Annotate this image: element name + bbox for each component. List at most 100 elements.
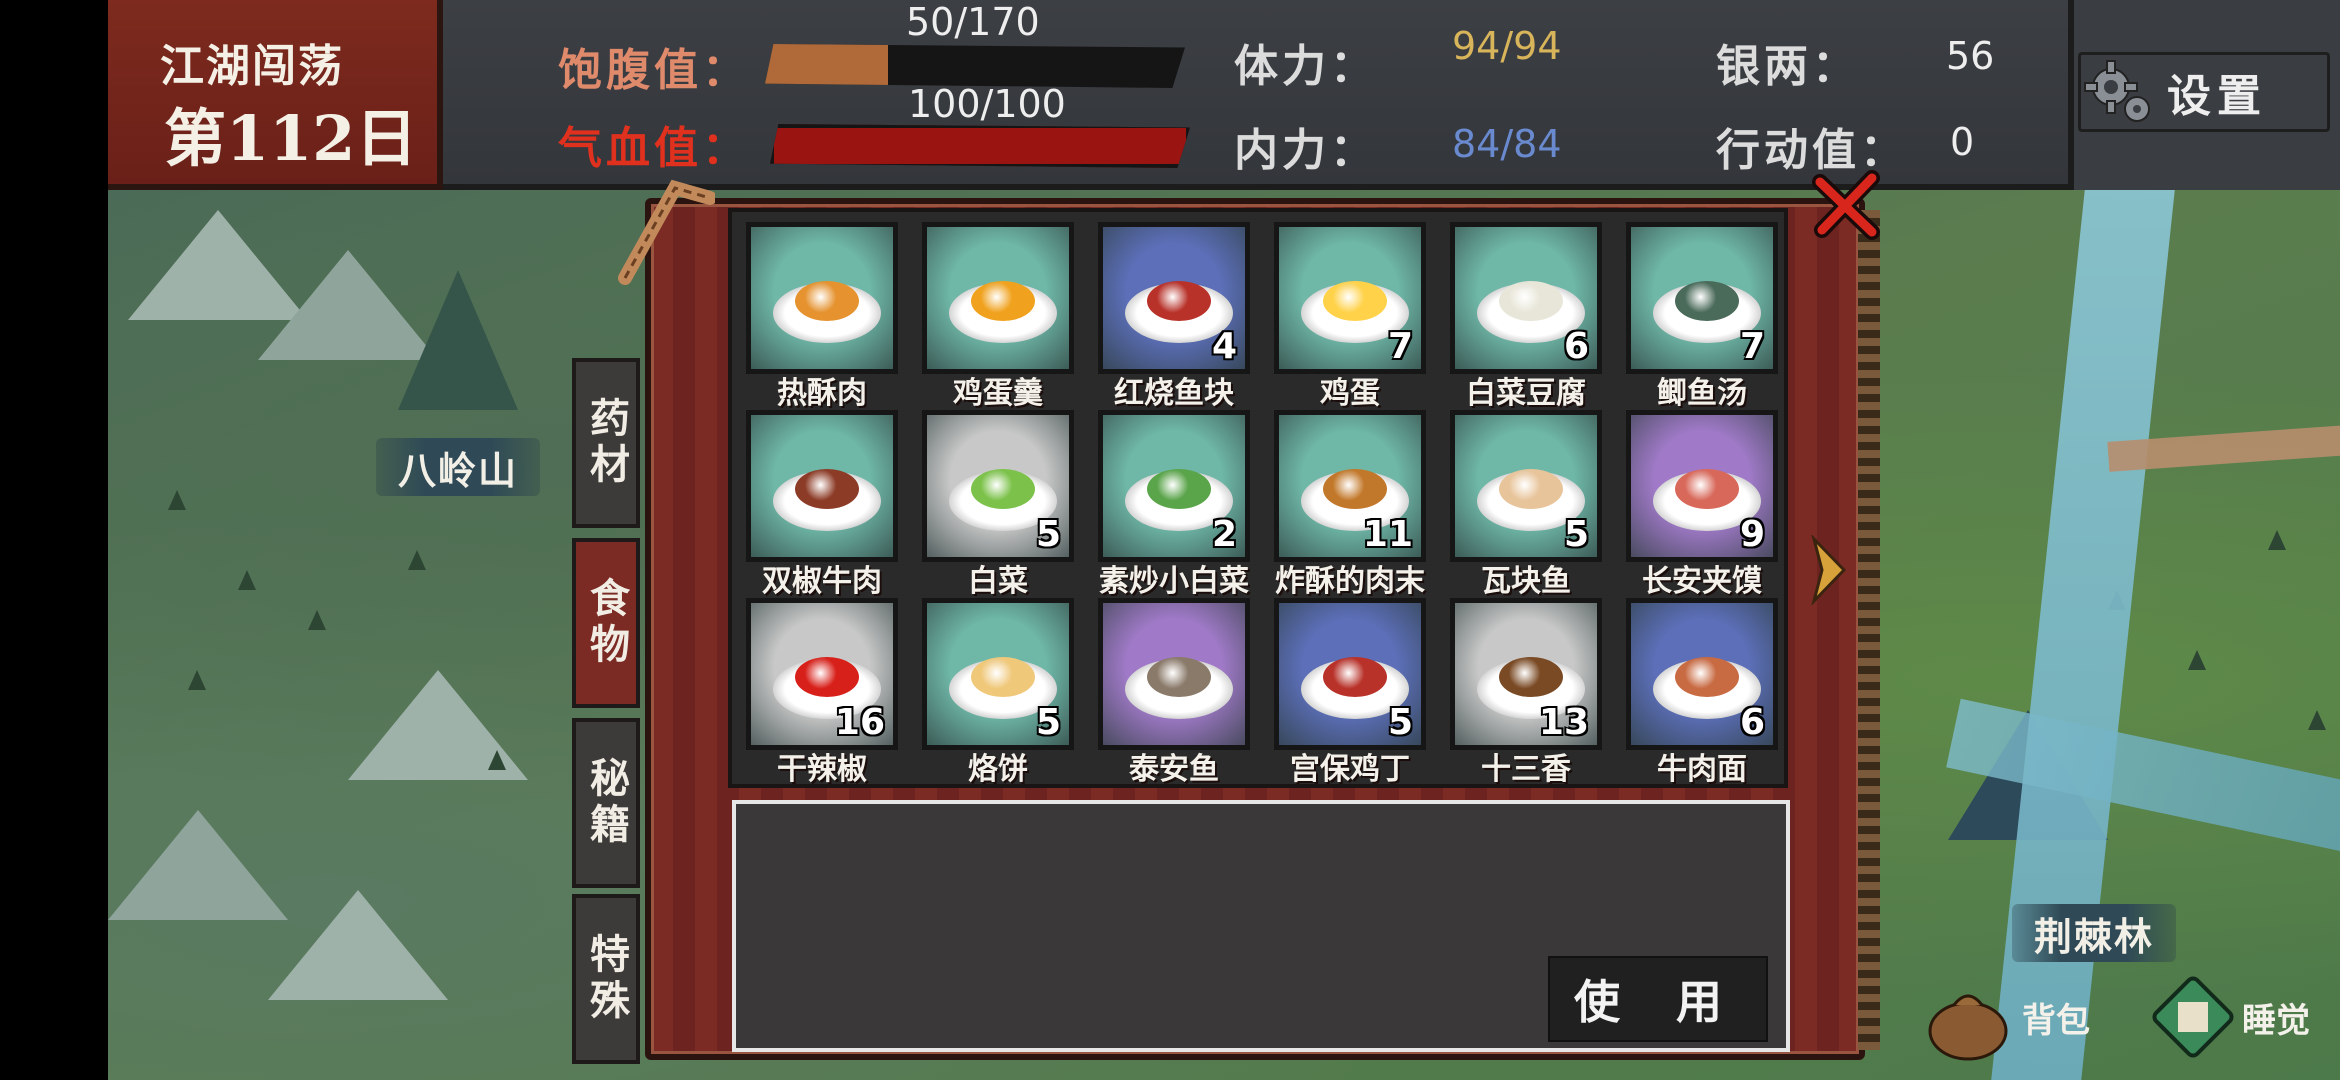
stamina-label: 体力： bbox=[1234, 41, 1378, 92]
item-count: 6 bbox=[1739, 702, 1765, 743]
food-icon bbox=[1323, 469, 1387, 509]
silver-value: 56 bbox=[1946, 34, 1995, 78]
bag-icon bbox=[1928, 994, 2008, 1061]
tab-manuals[interactable]: 秘籍 bbox=[572, 718, 640, 888]
rope-icon bbox=[618, 179, 715, 285]
inventory-item[interactable]: 7 bbox=[1274, 222, 1426, 374]
item-name: 红烧鱼块 bbox=[1114, 376, 1234, 411]
inventory-item[interactable]: 5 bbox=[1450, 410, 1602, 562]
item-name: 烙饼 bbox=[968, 752, 1028, 787]
item-count: 4 bbox=[1211, 326, 1237, 367]
region-title: 江湖闯荡 bbox=[160, 41, 344, 92]
food-icon bbox=[1675, 657, 1739, 697]
inventory-item[interactable]: 7 bbox=[1626, 222, 1778, 374]
item-count: 16 bbox=[834, 702, 885, 743]
satiety-bar-fill bbox=[765, 44, 889, 88]
inventory-item[interactable]: 6 bbox=[1450, 222, 1602, 374]
sleep-icon bbox=[2152, 976, 2234, 1058]
item-name: 双椒牛肉 bbox=[762, 564, 882, 599]
map-location-thorn-forest[interactable]: 荆棘林 bbox=[2012, 904, 2177, 962]
tree-icon bbox=[2308, 710, 2326, 730]
inventory-item[interactable] bbox=[746, 410, 898, 562]
use-button[interactable]: 使 用 bbox=[1548, 956, 1768, 1042]
next-page-arrow-icon[interactable] bbox=[1808, 535, 1848, 605]
tab-herbs[interactable]: 药材 bbox=[572, 358, 640, 528]
inventory-item[interactable]: 6 bbox=[1626, 598, 1778, 750]
gear-icon bbox=[2081, 55, 2155, 129]
food-icon bbox=[795, 469, 859, 509]
inventory-item[interactable]: 5 bbox=[1274, 598, 1426, 750]
food-icon bbox=[795, 281, 859, 321]
tree-icon bbox=[308, 610, 326, 630]
food-icon bbox=[971, 469, 1035, 509]
inventory-item[interactable] bbox=[746, 222, 898, 374]
food-icon bbox=[1675, 469, 1739, 509]
day-counter: 第112日 bbox=[164, 102, 418, 175]
stamina-value: 94/94 bbox=[1452, 24, 1562, 68]
hp-bar-fill bbox=[770, 124, 1190, 168]
item-name: 十三香 bbox=[1481, 752, 1571, 787]
item-count: 7 bbox=[1387, 326, 1413, 367]
item-count: 5 bbox=[1035, 514, 1061, 555]
item-name: 泰安鱼 bbox=[1129, 752, 1219, 787]
hp-label: 气血值： bbox=[558, 123, 750, 174]
map-location-baling-mountain[interactable]: 八岭山 bbox=[376, 438, 541, 496]
close-icon[interactable] bbox=[1810, 170, 1882, 242]
tab-special[interactable]: 特殊 bbox=[572, 894, 640, 1064]
inner-power-value: 84/84 bbox=[1452, 122, 1562, 166]
item-count: 13 bbox=[1538, 702, 1589, 743]
item-name: 白菜豆腐 bbox=[1466, 376, 1586, 411]
tree-icon bbox=[408, 550, 426, 570]
bag-button[interactable]: 背包 bbox=[1920, 972, 2090, 1062]
inventory-item[interactable]: 4 bbox=[1098, 222, 1250, 374]
sleep-button[interactable]: 睡觉 bbox=[2150, 972, 2310, 1062]
inventory-item[interactable]: 16 bbox=[746, 598, 898, 750]
tree-icon bbox=[238, 570, 256, 590]
item-name: 鸡蛋羹 bbox=[953, 376, 1043, 411]
inventory-item[interactable]: 13 bbox=[1450, 598, 1602, 750]
tab-food[interactable]: 食物 bbox=[572, 538, 640, 708]
inventory-item[interactable]: 5 bbox=[922, 598, 1074, 750]
food-icon bbox=[1147, 469, 1211, 509]
sleep-label: 睡觉 bbox=[2242, 1000, 2310, 1041]
item-name: 牛肉面 bbox=[1657, 752, 1747, 787]
satiety-label: 饱腹值： bbox=[558, 45, 750, 96]
day-panel: 江湖闯荡 第112日 bbox=[108, 0, 443, 190]
item-count: 5 bbox=[1563, 514, 1589, 555]
food-icon bbox=[795, 657, 859, 697]
inventory-item[interactable] bbox=[1098, 598, 1250, 750]
mountain-icon bbox=[268, 890, 448, 1000]
inventory-item[interactable] bbox=[922, 222, 1074, 374]
hp-bar bbox=[770, 124, 1190, 168]
satiety-value: 50/170 bbox=[906, 0, 1040, 44]
item-count: 11 bbox=[1362, 514, 1413, 555]
tree-icon bbox=[168, 490, 186, 510]
food-icon bbox=[1499, 281, 1563, 321]
hp-value: 100/100 bbox=[908, 82, 1066, 126]
settings-button[interactable]: 设置 bbox=[2078, 52, 2330, 132]
food-icon bbox=[1499, 657, 1563, 697]
food-icon bbox=[971, 657, 1035, 697]
inventory-item[interactable]: 9 bbox=[1626, 410, 1778, 562]
tree-icon bbox=[2268, 530, 2286, 550]
inventory-item[interactable]: 5 bbox=[922, 410, 1074, 562]
food-icon bbox=[1323, 657, 1387, 697]
food-icon bbox=[1675, 281, 1739, 321]
item-count: 5 bbox=[1035, 702, 1061, 743]
item-name: 鸡蛋 bbox=[1320, 376, 1380, 411]
food-icon bbox=[1147, 657, 1211, 697]
item-name: 鲫鱼汤 bbox=[1657, 376, 1747, 411]
item-count: 5 bbox=[1387, 702, 1413, 743]
inventory-item[interactable]: 2 bbox=[1098, 410, 1250, 562]
item-name: 宫保鸡丁 bbox=[1290, 752, 1410, 787]
action-points-value: 0 bbox=[1950, 120, 1975, 164]
item-name: 瓦块鱼 bbox=[1481, 564, 1571, 599]
item-name: 长安夹馍 bbox=[1642, 564, 1762, 599]
item-name: 热酥肉 bbox=[777, 376, 867, 411]
inventory-item[interactable]: 11 bbox=[1274, 410, 1426, 562]
scroll-rail bbox=[1858, 210, 1880, 1050]
tree-icon bbox=[2188, 650, 2206, 670]
food-icon bbox=[1323, 281, 1387, 321]
item-name: 炸酥的肉末 bbox=[1275, 564, 1425, 599]
inner-power-label: 内力： bbox=[1234, 125, 1378, 176]
